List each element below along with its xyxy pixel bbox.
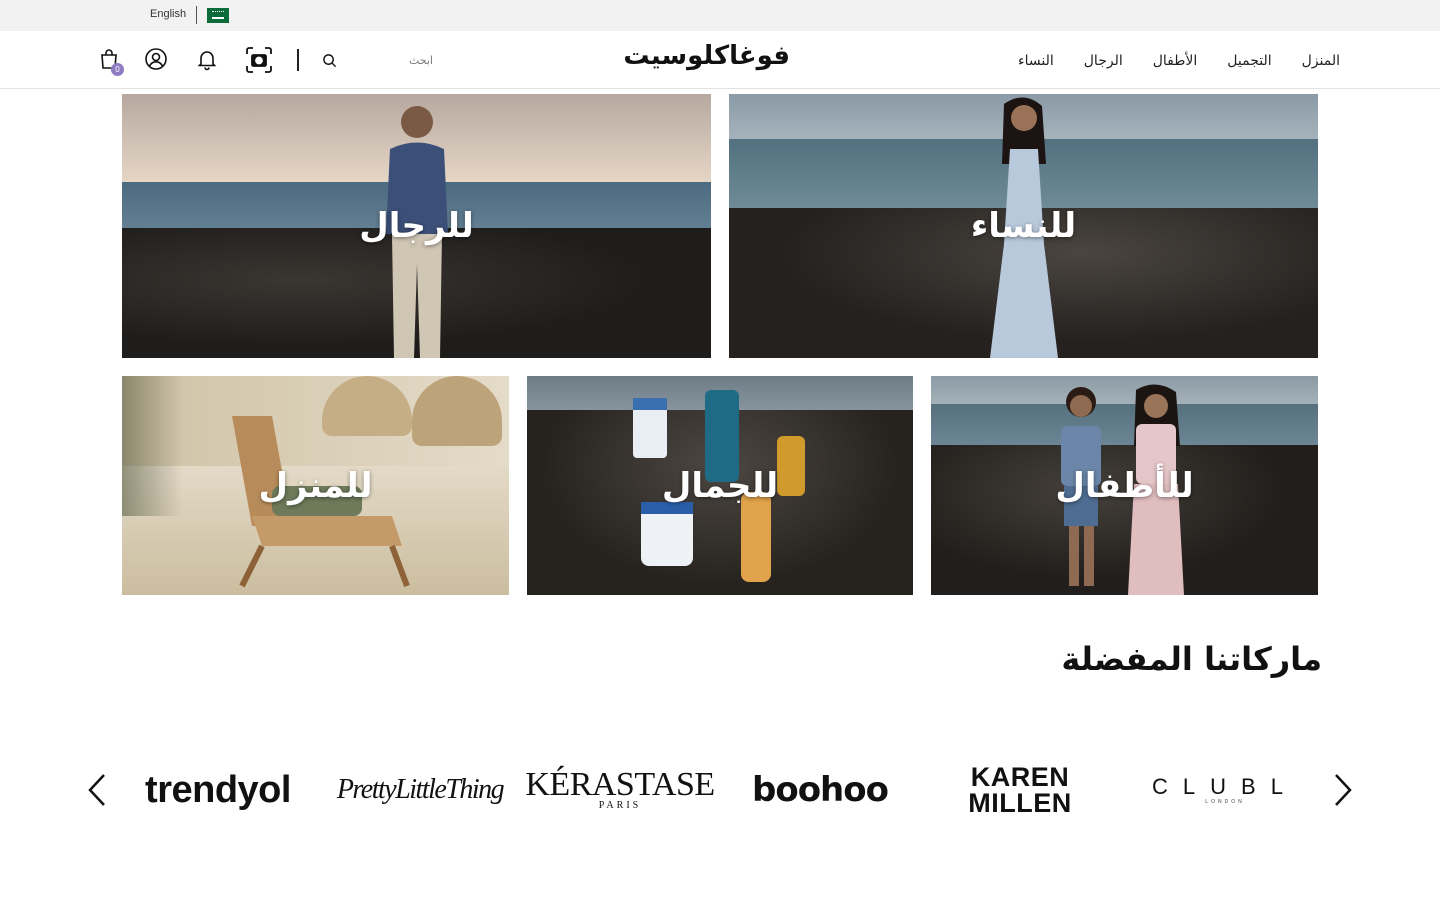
chevron-left-icon <box>88 774 105 806</box>
top-utility-bar: English <box>0 0 1440 31</box>
saudi-flag-icon[interactable] <box>207 8 229 23</box>
category-tile-men[interactable]: للرجال <box>122 94 711 358</box>
brand-logo-boohoo[interactable]: boohoo <box>745 760 895 820</box>
site-header: 0 فوغاكلوسيت النساء الرجال الأطفال التجم… <box>0 31 1440 89</box>
brand-name-karen: KAREN <box>970 762 1070 792</box>
search-box[interactable] <box>318 47 438 73</box>
category-label-beauty: للجمال <box>661 465 779 506</box>
brand-logo-club-london[interactable]: CLUBL LONDON <box>1145 760 1305 820</box>
visual-search-button[interactable] <box>245 46 273 74</box>
search-input[interactable] <box>343 53 433 67</box>
language-divider <box>196 6 197 24</box>
main-nav: النساء الرجال الأطفال التجميل المنزل <box>1018 53 1340 69</box>
brand-logo-prettylittlething[interactable]: PrettyLittleThing <box>337 760 505 820</box>
language-switch-link[interactable]: English <box>150 8 186 20</box>
brand-sub-kerastase: PARIS <box>598 800 642 811</box>
nav-item-beauty[interactable]: التجميل <box>1227 53 1271 69</box>
category-label-home: للمنزل <box>258 465 373 506</box>
cart-count-badge: 0 <box>111 63 124 76</box>
brands-section-title: ماركاتنا المفضلة <box>1061 640 1322 678</box>
brand-logo-kerastase[interactable]: KÉRASTASE PARIS <box>525 760 715 820</box>
chevron-right-icon <box>1335 774 1352 806</box>
category-label-kids: للأطفال <box>1055 465 1194 506</box>
site-logo[interactable]: فوغاكلوسيت <box>623 41 790 77</box>
category-label-women: للنساء <box>970 206 1077 246</box>
category-tile-kids[interactable]: للأطفال <box>931 376 1318 595</box>
brand-name-club: CLUBL <box>1152 774 1298 799</box>
header-divider <box>297 49 299 71</box>
camera-scan-icon <box>246 47 272 73</box>
category-tile-beauty[interactable]: للجمال <box>527 376 913 595</box>
user-icon <box>145 48 167 70</box>
category-tile-women[interactable]: للنساء <box>729 94 1318 358</box>
category-tile-home[interactable]: للمنزل <box>122 376 509 595</box>
brand-name-kerastase: KÉRASTASE <box>525 766 715 803</box>
bell-icon <box>197 51 217 71</box>
brand-name-millen: MILLEN <box>968 788 1072 818</box>
search-icon <box>323 53 337 67</box>
nav-item-home[interactable]: المنزل <box>1302 53 1340 69</box>
account-button[interactable] <box>143 45 169 73</box>
brand-logo-karen-millen[interactable]: KAREN MILLEN <box>950 760 1090 820</box>
category-label-men: للرجال <box>359 206 474 246</box>
nav-item-women[interactable]: النساء <box>1018 53 1054 69</box>
brand-sub-club: LONDON <box>1205 799 1245 805</box>
nav-item-kids[interactable]: الأطفال <box>1153 53 1198 69</box>
brand-logo-trendyol[interactable]: trendyol <box>138 760 298 820</box>
nav-item-men[interactable]: الرجال <box>1084 53 1123 69</box>
brands-next-button[interactable] <box>1328 770 1358 810</box>
notifications-button[interactable] <box>194 45 220 73</box>
brands-prev-button[interactable] <box>82 770 112 810</box>
